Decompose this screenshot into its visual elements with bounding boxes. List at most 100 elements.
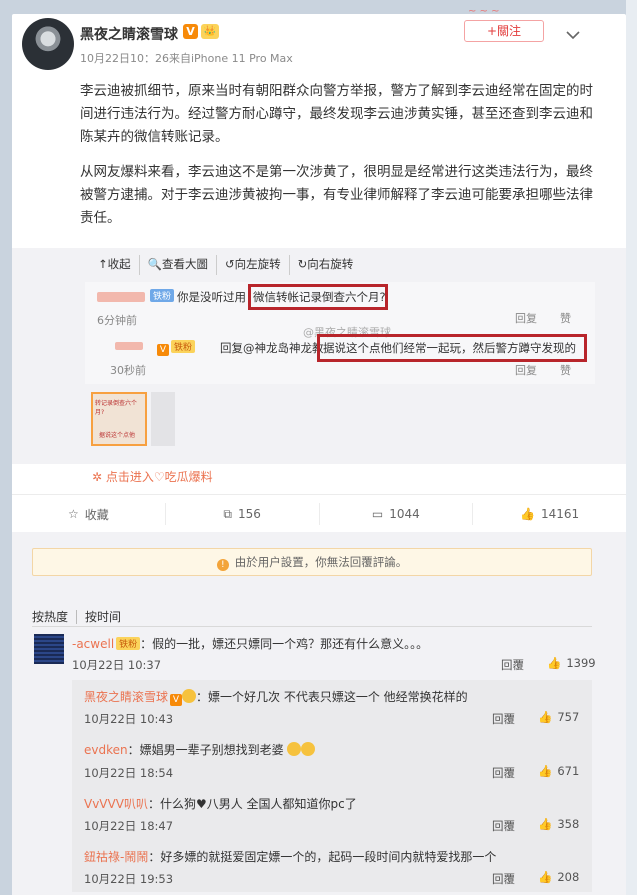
comment-icon: ▭ — [371, 507, 384, 521]
reply-author[interactable]: evdken — [84, 743, 128, 757]
reply-text: ：什么狗♥八男人 全国人都知道你pc了 — [147, 797, 357, 811]
reply-text: ：好多嫖的就挺爱固定嫖一个的，起码一段时间内就特爱找那一个 — [148, 850, 497, 864]
post-username[interactable]: 黑夜之睛滚雪球 — [80, 24, 178, 44]
reply-like-count: 757 — [557, 710, 580, 724]
reply-author[interactable]: VvVVV叭叭 — [84, 797, 148, 811]
post-actions-bar: ☆ 收藏 ⧉ 156 ▭ 1044 👍 14161 — [12, 494, 626, 532]
verified-badge: V — [170, 694, 183, 706]
reply-body-4: 鈕祜祿-鬧鬧：好多嫖的就挺爱固定嫖一个的，起码一段时间内就特爱找那一个 — [84, 848, 496, 865]
verified-badge: V — [183, 24, 198, 39]
thumbs-up-icon: 👍 — [538, 870, 553, 884]
image-line2-text: 回复@神龙岛神龙教 — [220, 341, 324, 355]
reply-like-button[interactable]: 👍 358 — [538, 817, 579, 831]
post-meta: 10月22日10：26来自iPhone 11 Pro Max — [80, 52, 293, 65]
reply-text: ：嫖一个好几次 不代表只嫖这一个 他经常换花样的 — [196, 690, 468, 704]
image-line2-time: 30秒前 — [110, 364, 146, 377]
fan-badge: 铁粉 — [116, 637, 141, 650]
thumbs-up-icon: 👍 — [538, 764, 553, 778]
image-thumbnail-selected[interactable]: 转记录倒查六个月? 据说这个点他 — [91, 392, 147, 446]
thumbs-up-icon: 👍 — [547, 656, 562, 670]
image-thumbnail[interactable] — [151, 392, 175, 446]
crown-icon — [182, 689, 197, 703]
reply-like-button[interactable]: 👍 757 — [538, 710, 579, 724]
search-icon: 🔍 — [147, 257, 162, 271]
reply-time: 10月22日 10:43 — [84, 712, 174, 726]
commenter-avatar[interactable] — [34, 634, 64, 664]
reply-like-button[interactable]: 👍 208 — [538, 870, 579, 884]
chevron-down-icon[interactable] — [566, 30, 580, 40]
post-image[interactable]: 铁粉 你是没听过用 微信转帐记录倒查六个月? 6分钟前 回复 赞 @黑夜之睛滚雪… — [85, 282, 595, 384]
reply-time: 10月22日 19:53 — [84, 872, 174, 886]
image-line2-boxed: 据说这个点他们经常一起玩，然后警方蹲守发现的 — [323, 341, 576, 355]
image-line1-like: 赞 — [560, 312, 571, 325]
comment-like-count: 1399 — [566, 656, 596, 670]
rotate-left-button[interactable]: ↺向左旋转 — [217, 255, 290, 275]
reply-time: 10月22日 18:54 — [84, 766, 174, 780]
image-line2-badges: V 铁粉 — [155, 340, 196, 356]
post-paragraph-2: 从网友爆料来看，李云迪这不是第一次涉黄了，很明显是经常进行这类违法行为，最终被警… — [80, 164, 593, 226]
comment-reply-button[interactable]: 回覆 — [501, 657, 524, 673]
favorite-button[interactable]: ☆ 收藏 — [12, 503, 166, 525]
comment-like-button[interactable]: 👍 1399 — [547, 656, 596, 670]
media-toolbar: ↑收起 🔍查看大圖 ↺向左旋转 ↻向右旋转 — [90, 255, 361, 275]
image-line2-reply: 回复 — [515, 364, 537, 377]
reply-like-count: 358 — [557, 817, 580, 831]
warning-icon: ! — [216, 559, 229, 571]
reply-body-3: VvVVV叭叭：什么狗♥八男人 全国人都知道你pc了 — [84, 795, 357, 812]
reply-reply-button[interactable]: 回覆 — [492, 871, 515, 887]
repost-icon: ⧉ — [223, 506, 232, 521]
member-crown-icon: 👑 — [201, 24, 219, 39]
image-line1-text: 你是没听过用 — [177, 290, 246, 304]
reply-text: ：嫖娼男一辈子别想找到老婆 — [127, 743, 284, 757]
repost-button[interactable]: ⧉ 156 — [166, 503, 320, 525]
image-line1-reply: 回复 — [515, 312, 537, 325]
blurred-name — [97, 292, 145, 302]
reply-like-button[interactable]: 👍 671 — [538, 764, 579, 778]
thumbs-up-icon: 👍 — [538, 710, 553, 724]
rotate-right-icon: ↻ — [297, 257, 308, 271]
favorite-label: 收藏 — [84, 507, 109, 522]
image-line1-time: 6分钟前 — [97, 314, 137, 327]
thumb-text-1: 转记录倒查六个月? — [95, 400, 138, 416]
follow-button[interactable]: +關注 — [464, 20, 544, 42]
reply-reply-button[interactable]: 回覆 — [492, 765, 515, 781]
page-scrollbar[interactable] — [626, 0, 637, 895]
like-button[interactable]: 👍 14161 — [473, 503, 626, 525]
rotate-left-label: 向左旋转 — [234, 257, 281, 271]
rotate-right-button[interactable]: ↻向右旋转 — [290, 255, 362, 275]
view-large-button[interactable]: 🔍查看大圖 — [140, 255, 217, 275]
thumb-text-2: 据说这个点他 — [99, 432, 136, 439]
reply-reply-button[interactable]: 回覆 — [492, 818, 515, 834]
sort-divider — [32, 626, 592, 627]
reply-like-count: 208 — [557, 870, 580, 884]
post-paragraph-1: 李云迪被抓细节，原来当时有朝阳群众向警方举报，警方了解到李云迪经常在固定的时间进… — [80, 83, 593, 145]
post-content: 李云迪被抓细节，原来当时有朝阳群众向警方举报，警方了解到李云迪经常在固定的时间进… — [80, 80, 605, 230]
blurred-name-2 — [115, 342, 143, 350]
comment-time: 10月22日 10:37 — [72, 658, 162, 672]
comment-count: 1044 — [389, 507, 420, 521]
like-count: 14161 — [541, 507, 580, 521]
reply-reply-button[interactable]: 回覆 — [492, 711, 515, 727]
reply-author[interactable]: 黑夜之睛滚雪球 — [84, 690, 168, 704]
image-line2-like: 赞 — [560, 364, 571, 377]
topic-entry-link[interactable]: ✲ 点击进入♡吃瓜爆料 — [92, 468, 213, 485]
image-line1-boxed: 微信转帐记录倒查六个月? — [253, 290, 386, 304]
notice-text: 由於用户設置，你無法回覆評論。 — [234, 555, 408, 569]
sort-by-time-tab[interactable]: 按时间 — [76, 610, 122, 624]
rotate-right-label: 向右旋转 — [307, 257, 354, 271]
reply-body-1: 黑夜之睛滚雪球 V ：嫖一个好几次 不代表只嫖这一个 他经常换花样的 — [84, 688, 468, 706]
reply-author[interactable]: 鈕祜祿-鬧鬧 — [84, 850, 148, 864]
repost-count: 156 — [237, 507, 261, 521]
comment-button[interactable]: ▭ 1044 — [320, 503, 474, 525]
reply-body-2: evdken：嫖娼男一辈子别想找到老婆 — [84, 741, 316, 758]
comment-disabled-notice: ! 由於用户設置，你無法回覆評論。 — [32, 548, 592, 576]
collapse-button[interactable]: ↑收起 — [90, 255, 140, 275]
sort-by-hot-tab[interactable]: 按热度 — [32, 610, 68, 624]
user-avatar[interactable] — [22, 18, 74, 70]
comment-sort-tabs: 按热度 按时间 — [32, 608, 122, 625]
star-icon: ☆ — [67, 507, 79, 521]
reply-time: 10月22日 18:47 — [84, 819, 174, 833]
emoji-icon — [301, 742, 316, 756]
rotate-left-icon: ↺ — [224, 257, 235, 271]
commenter-name[interactable]: -acwell — [72, 637, 114, 651]
